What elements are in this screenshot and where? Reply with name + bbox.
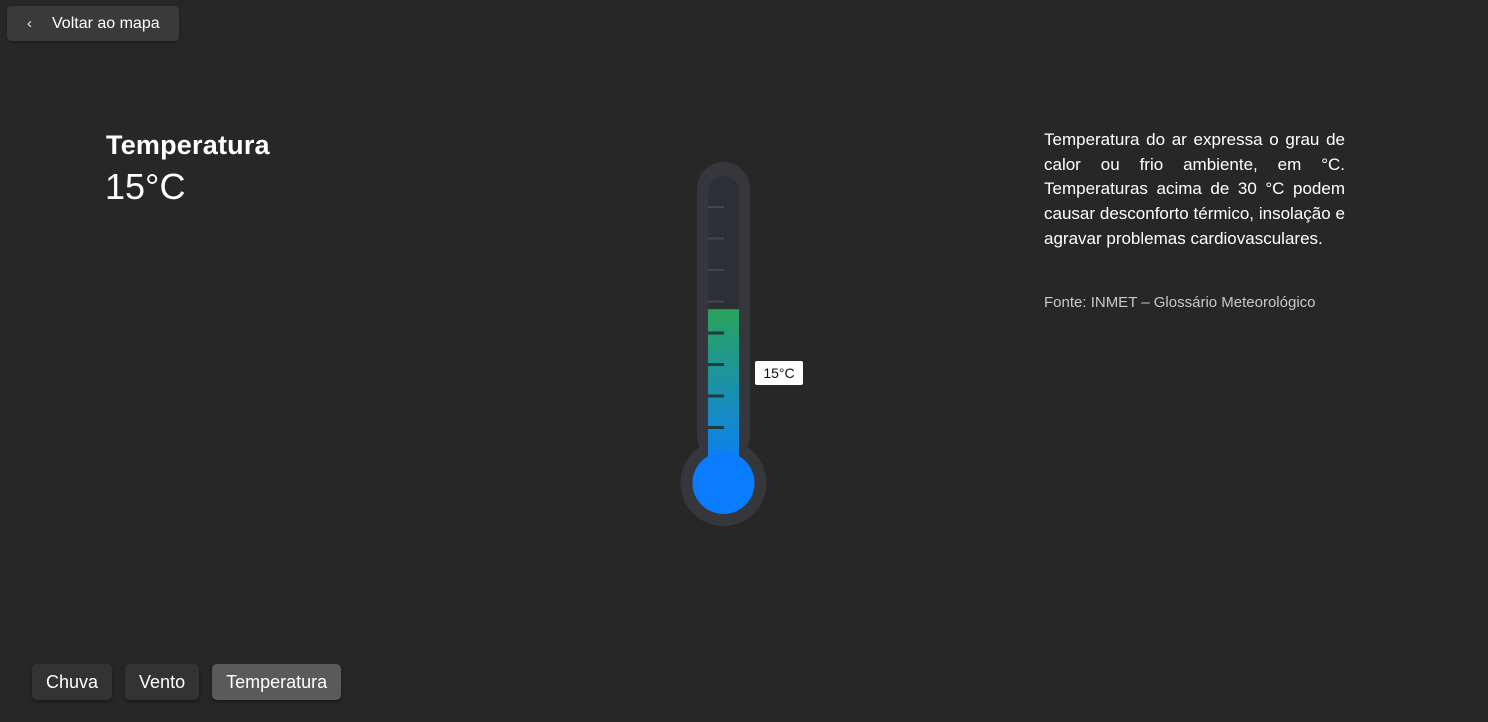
metric-tabs: Chuva Vento Temperatura [32,664,342,700]
back-to-map-button[interactable]: ‹ Voltar ao mapa [7,6,179,41]
thermometer [680,162,767,526]
back-button-label: Voltar ao mapa [52,14,160,32]
metric-value: 15°C [105,166,186,207]
tab-temperatura[interactable]: Temperatura [212,664,342,700]
source-text: Fonte: INMET – Glossário Meteorológico [1044,294,1316,311]
metric-title: Temperatura [106,130,270,160]
temperature-value-label: 15°C [755,361,803,385]
page: ‹ Voltar ao mapa Temperatura 15°C 15°C T… [0,0,1488,722]
description-text: Temperatura do ar expressa o grau de cal… [1044,130,1345,248]
thermometer-bulb [692,452,755,514]
chevron-left-icon: ‹ [27,15,32,32]
tab-vento[interactable]: Vento [125,664,200,700]
tab-chuva[interactable]: Chuva [32,664,113,700]
